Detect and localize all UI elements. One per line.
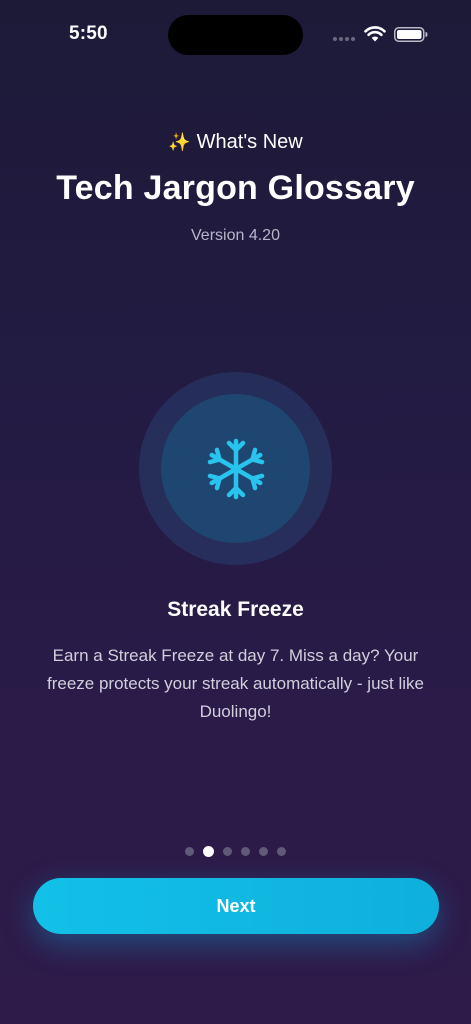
cellular-signal-icon [333,37,355,41]
whats-new-label: What's New [196,131,303,153]
status-bar: 5:50 [0,0,471,70]
battery-icon [394,27,428,42]
app-title: Tech Jargon Glossary [56,169,415,207]
page-dot-6[interactable] [277,847,286,856]
sparkles-icon: ✨ [168,132,191,152]
page-dot-3[interactable] [223,847,232,856]
page-dot-4[interactable] [241,847,250,856]
dynamic-island [168,15,303,55]
version-label: Version 4.20 [191,227,280,244]
wifi-icon [364,26,386,42]
whats-new-screen: 5:50 ✨ What's New Tech Jargon Glossary Ve… [0,0,471,1024]
status-time: 5:50 [69,23,108,44]
feature-description: Earn a Streak Freeze at day 7. Miss a da… [47,646,424,721]
next-button[interactable]: Next [33,878,439,934]
snowflake-icon [207,438,265,500]
page-indicator [0,846,471,857]
page-dot-1[interactable] [185,847,194,856]
page-dot-5[interactable] [259,847,268,856]
page-dot-2-active[interactable] [203,846,214,857]
whats-new-badge: ✨ What's New [0,131,471,154]
feature-title: Streak Freeze [167,598,304,621]
